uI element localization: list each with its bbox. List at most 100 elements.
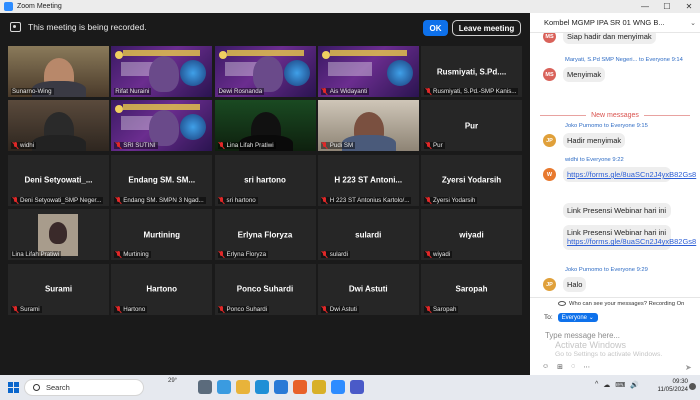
participant-label: Saropah [424,305,459,313]
keyboard-icon[interactable]: ⌨ [615,381,625,389]
recipient-dropdown[interactable]: Everyone ⌄ [557,313,598,322]
participant-tile[interactable]: Surami Surami [8,263,109,315]
system-tray: ^ ☁ ⌨ 🔊 [595,381,639,389]
message-bubble: Siap hadir dan menyimak [563,33,656,45]
edge-browser-icon[interactable] [255,380,269,394]
widgets-icon[interactable] [217,380,231,394]
message-input[interactable]: Type message here... [545,331,620,340]
participant-label: Rusmiyati, S.Pd.-SMP Kanis... [424,88,519,95]
clock[interactable]: 09:30 11/05/2024 [650,378,688,395]
store-icon[interactable] [274,380,288,394]
participant-label: Endang SM. SMPN 3 Ngad... [114,196,206,204]
chat-messages[interactable]: New messages MS Siap hadir dan menyimak Ma… [530,33,700,295]
send-icon[interactable]: ➤ [685,363,692,372]
message-sender[interactable]: Maryati, S.Pd SMP Negeri... [565,57,637,63]
participant-tile[interactable]: Lina Lifah Pratiwi [214,100,316,152]
taskbar: Search 29° ^ ☁ ⌨ 🔊 09:30 11/05/2024 [0,375,700,400]
participant-tile[interactable]: Sunarno-Wing [8,46,109,97]
participant-tile[interactable]: Endang SM. SM... Endang SM. SMPN 3 Ngad..… [111,154,213,206]
message-link[interactable]: https://forms.gle/8uaSCn2J4yxB82Gs8 [567,170,696,179]
participant-label-text: sulardi [329,251,348,259]
message-text: Siap hadir dan menyimak [567,33,652,41]
participant-tile[interactable]: Erlyna Floryza Erlyna Floryza [214,209,316,261]
participant-tile[interactable]: Deni Setyowati_... Deni Setyowati_SMP Neg… [8,154,109,206]
to-label: To: [544,314,553,321]
participant-name: Endang SM. SM... [128,175,196,185]
mic-muted-icon [12,196,18,204]
participant-tile[interactable]: Saropah Saropah [421,263,522,315]
message-sender[interactable]: widhi [565,157,578,163]
eye-icon [558,301,566,306]
message-time: 9:14 [671,57,683,63]
message-text: Link Presensi Webinar hari ini [567,206,667,215]
participant-tile[interactable]: sri hartono sri hartono [214,154,316,206]
participant-label: Lina Lifah Pratiwi [11,251,62,259]
participant-name: Hartono [146,284,178,294]
ok-button[interactable]: OK [423,20,448,36]
app-icon[interactable] [350,380,364,394]
who-can-see-bar[interactable]: Who can see your messages? Recording On [530,297,700,309]
participant-label: Dewi Rosnanda [217,88,265,95]
emoji-icon[interactable]: ☺ [542,363,549,371]
file-explorer-icon[interactable] [236,380,250,394]
participant-tile[interactable]: H 223 ST Antoni... H 223 ST Antonius Kart… [317,154,419,206]
notification-icon[interactable] [689,383,696,390]
participant-name: Murtining [143,230,180,240]
task-view-icon[interactable] [198,380,212,394]
participant-tile[interactable]: Rusmiyati, S.Pd.... Rusmiyati, S.Pd.-SMP … [421,46,522,97]
file-icon[interactable]: ⊞ [557,363,563,371]
participant-label: Surami [11,305,42,313]
close-button[interactable]: ✕ [678,0,700,13]
participant-label-text: Dwi Astuti [329,305,357,313]
participant-tile[interactable]: Lina Lifah Pratiwi [8,209,109,261]
participant-label-text: Rusmiyati, S.Pd.-SMP Kanis... [433,88,517,95]
volume-icon[interactable]: 🔊 [630,381,639,389]
mic-muted-icon [322,196,328,204]
leave-meeting-button[interactable]: Leave meeting [452,20,521,36]
chrome-icon[interactable] [312,380,326,394]
zoom-taskbar-icon[interactable] [331,380,345,394]
participant-label: Zyersi Yodarsih [424,196,478,204]
screenshot-icon[interactable]: ◌ [571,363,575,371]
message-meta: Joko Purnomo to Everyone 9:29 [565,267,648,273]
tray-expand-icon[interactable]: ^ [595,381,598,389]
participant-tile[interactable]: Dewi Rosnanda [214,46,316,97]
message-sender[interactable]: Joko Purnomo [565,123,602,129]
message-bubble: Link Presensi Webinar hari ini https://fo… [563,225,696,250]
participant-tile[interactable]: Ais Widayanti [317,46,419,97]
mic-muted-icon [115,196,121,204]
participant-tile[interactable]: widhi [8,100,109,152]
participant-face [49,222,67,245]
participant-tile[interactable]: Pur Pur [421,100,522,152]
message-sender[interactable]: Joko Purnomo [565,267,602,273]
participant-tile[interactable]: Rifat Nuraini [111,46,213,97]
firefox-icon[interactable] [293,380,307,394]
participant-tile[interactable]: Ponco Suhardi Ponco Suhardi [214,263,316,315]
windows-start-icon[interactable] [8,382,19,393]
participant-tile[interactable]: Hartono Hartono [111,263,213,315]
more-icon[interactable]: ⋯ [583,363,590,371]
participant-tile[interactable]: Zyersi Yodarsih Zyersi Yodarsih [421,154,522,206]
message-link[interactable]: https://forms.gle/8uaSCn2J4yxB82Gs8 [567,237,696,246]
maximize-button[interactable]: ☐ [656,0,678,13]
participant-tile[interactable]: wiyadi wiyadi [421,209,522,261]
mic-muted-icon [425,196,431,204]
minimize-button[interactable]: — [634,0,656,13]
participant-tile[interactable]: Murtining Murtining [111,209,213,261]
participant-name: H 223 ST Antoni... [334,175,403,185]
participant-tile[interactable]: SRI SUTINI [111,100,213,152]
participant-label: wiyadi [424,251,453,259]
participant-label-text: SRI SUTINI [123,142,156,150]
participant-tile[interactable]: sulardi sulardi [317,209,419,261]
mic-muted-icon [322,88,328,95]
recording-icon [10,22,21,32]
recipient-row: To: Everyone ⌄ [544,313,598,322]
participant-label-text: Hartono [123,305,146,313]
participant-tile[interactable]: Dwi Astuti Dwi Astuti [317,263,419,315]
participant-label-text: Erlyna Floryza [226,251,267,259]
onedrive-icon[interactable]: ☁ [603,381,610,389]
weather-widget[interactable]: 29° [168,378,177,384]
participant-tile[interactable]: Pudi SM [317,100,419,152]
chat-options-icon[interactable]: ⌄ [690,19,696,27]
taskbar-search[interactable]: Search [24,379,144,396]
